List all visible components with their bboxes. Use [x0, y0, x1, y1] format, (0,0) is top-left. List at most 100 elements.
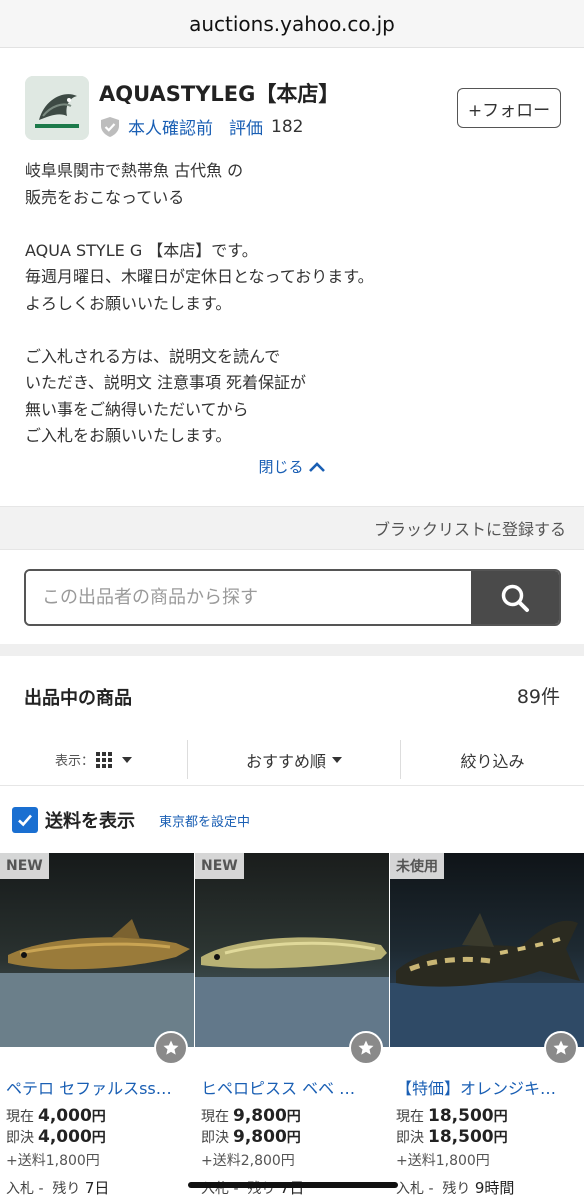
rating-label[interactable]: 評価	[229, 114, 263, 139]
blacklist-bar: ブラックリストに登録する	[0, 506, 584, 550]
star-icon	[553, 1040, 569, 1055]
current-price: 18,500	[428, 1106, 494, 1126]
address-bar[interactable]: auctions.yahoo.co.jp	[0, 0, 584, 48]
current-price-label: 現在	[396, 1109, 424, 1125]
buyout-price-label: 即決	[396, 1130, 424, 1146]
description-line: 無い事をご納得いただいてから	[25, 399, 249, 419]
search-button[interactable]	[471, 571, 559, 624]
remaining-time: 7日	[84, 1179, 110, 1197]
close-label: 閉じる	[258, 458, 304, 476]
seller-search-section	[0, 550, 584, 644]
filter-label: 絞り込み	[460, 751, 525, 771]
buyout-price-row: 即決 4,000 円	[6, 1127, 106, 1147]
seller-status-row: 本人確認前 評価 182	[99, 114, 303, 139]
product-grid: NEW ペテロ セファルスss… 現在 4,000 円 即決 4,000 円 +…	[0, 853, 584, 1200]
buyout-price-row: 即決 9,800 円	[201, 1127, 301, 1147]
product-title[interactable]: 【特価】オレンジキ…	[396, 1075, 578, 1099]
watchlist-button[interactable]	[544, 1031, 578, 1065]
buyout-price: 9,800	[233, 1127, 287, 1147]
view-label: 表示：	[54, 754, 94, 769]
section-divider	[0, 644, 584, 656]
current-price: 9,800	[233, 1106, 287, 1126]
product-badge: NEW	[195, 853, 244, 879]
current-price: 4,000	[38, 1106, 92, 1126]
buyout-price: 18,500	[428, 1127, 494, 1147]
price-unit: 円	[91, 1130, 106, 1146]
grid-icon	[96, 751, 112, 768]
description-line	[25, 211, 565, 238]
star-icon	[358, 1040, 374, 1055]
description-line: 販売をおこなっている	[25, 187, 185, 207]
watchlist-button[interactable]	[349, 1031, 383, 1065]
current-price-label: 現在	[201, 1109, 229, 1125]
product-card[interactable]: NEW ヒペロピスス ベベ … 現在 9,800 円 即決 9,800 円 +送…	[195, 853, 389, 1200]
product-badge: 未使用	[390, 853, 444, 879]
seller-name[interactable]: AQUASTYLEG【本店】	[99, 78, 339, 108]
shipping-fee: +送料2,800円	[201, 1153, 295, 1169]
sort-dropdown[interactable]: おすすめ順	[187, 740, 401, 779]
bid-count: 入札 -	[396, 1181, 434, 1197]
verification-status[interactable]: 本人確認前	[128, 114, 213, 139]
seller-description: 岐阜県関市で熱帯魚 古代魚 の 販売をおこなっている AQUA STYLE G …	[25, 158, 565, 450]
product-badge: NEW	[0, 853, 49, 879]
caret-down-icon	[332, 756, 342, 763]
filter-button[interactable]: 絞り込み	[401, 734, 584, 785]
buyout-price: 4,000	[38, 1127, 92, 1147]
product-card[interactable]: 未使用 【特価】オレンジキ… 現在 18,500 円 即決 18,500 円 +…	[390, 853, 584, 1200]
view-toggle[interactable]: 表示：	[0, 734, 187, 785]
product-card[interactable]: NEW ペテロ セファルスss… 現在 4,000 円 即決 4,000 円 +…	[0, 853, 194, 1200]
watchlist-button[interactable]	[154, 1031, 188, 1065]
product-image[interactable]: NEW	[0, 853, 194, 1047]
star-icon	[163, 1040, 179, 1055]
shipping-location-link[interactable]: 東京都を設定中	[159, 811, 250, 830]
bid-meta: 入札 - 残り 9時間	[396, 1177, 514, 1198]
current-price-row: 現在 18,500 円	[396, 1106, 508, 1126]
remaining-label: 残り	[442, 1181, 471, 1197]
current-price-row: 現在 9,800 円	[201, 1106, 301, 1126]
buyout-price-label: 即決	[201, 1130, 229, 1146]
bid-count: 入札 -	[6, 1181, 44, 1197]
sort-label: おすすめ順	[245, 751, 326, 771]
remaining-label: 残り	[52, 1181, 81, 1197]
seller-profile: AQUASTYLEG【本店】 本人確認前 評価 182 +フォロー 岐阜県関市で…	[0, 48, 584, 506]
listing-header: 出品中の商品 89件	[0, 656, 584, 734]
blacklist-link[interactable]: ブラックリストに登録する	[374, 516, 566, 540]
description-line: 毎週月曜日、木曜日が定休日となっております。	[25, 267, 374, 286]
search-icon	[501, 584, 529, 612]
listing-title: 出品中の商品	[24, 688, 132, 709]
listing-count: 89件	[516, 686, 560, 708]
shipping-fee: +送料1,800円	[6, 1153, 100, 1169]
home-indicator[interactable]	[188, 1182, 398, 1188]
description-line: AQUA STYLE G 【本店】です。	[25, 240, 258, 260]
product-title[interactable]: ヒペロピスス ベベ …	[201, 1075, 383, 1099]
shipping-toggle-row: 送料を表示 東京都を設定中	[0, 800, 584, 840]
price-unit: 円	[91, 1109, 106, 1125]
shipping-fee: +送料1,800円	[396, 1153, 490, 1169]
product-image[interactable]: 未使用	[390, 853, 584, 1047]
shipping-label[interactable]: 送料を表示	[45, 807, 135, 833]
current-price-row: 現在 4,000 円	[6, 1106, 106, 1126]
shipping-checkbox[interactable]	[12, 807, 38, 833]
price-unit: 円	[493, 1109, 508, 1125]
seller-search-form	[24, 569, 561, 626]
caret-down-icon	[122, 756, 132, 763]
buyout-price-row: 即決 18,500 円	[396, 1127, 508, 1147]
description-line	[25, 317, 565, 344]
chevron-up-icon	[308, 461, 325, 472]
remaining-time: 9時間	[474, 1179, 515, 1197]
product-image[interactable]: NEW	[195, 853, 389, 1047]
url-text: auctions.yahoo.co.jp	[189, 11, 395, 36]
check-icon	[18, 814, 32, 827]
shield-icon	[101, 116, 119, 137]
description-line: ご入札をお願いいたします。	[25, 426, 232, 445]
bid-meta: 入札 - 残り 7日	[6, 1177, 109, 1198]
price-unit: 円	[286, 1109, 301, 1125]
seller-avatar[interactable]	[25, 76, 89, 140]
description-line: よろしくお願いいたします。	[25, 293, 232, 313]
search-input[interactable]	[26, 571, 471, 624]
price-unit: 円	[286, 1130, 301, 1146]
price-unit: 円	[493, 1130, 508, 1146]
product-title[interactable]: ペテロ セファルスss…	[6, 1075, 188, 1099]
follow-button[interactable]: +フォロー	[457, 88, 561, 128]
close-description-link[interactable]: 閉じる	[0, 456, 584, 477]
